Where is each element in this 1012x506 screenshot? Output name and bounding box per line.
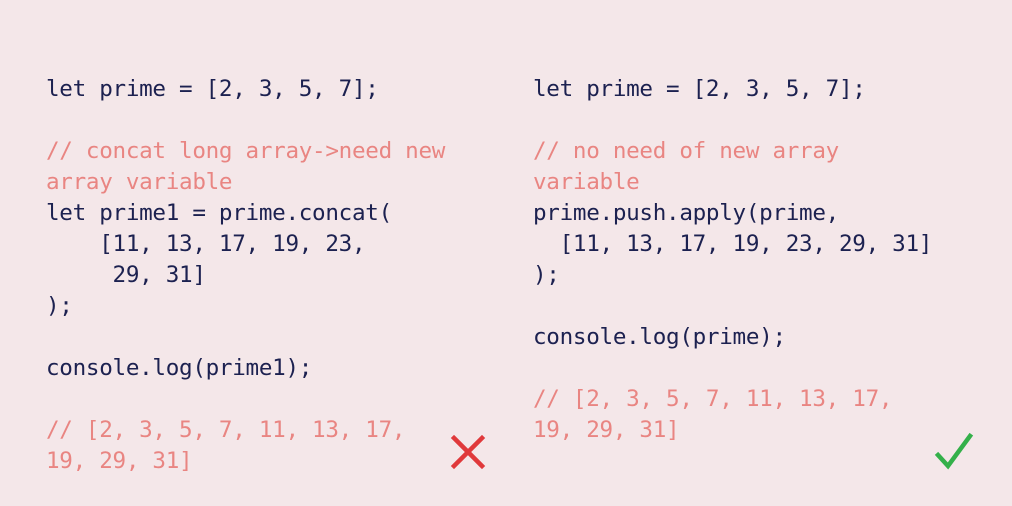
code-line: prime.push.apply(prime,: [533, 200, 839, 226]
code-line: let prime1 = prime.concat(: [46, 200, 392, 226]
code-line: );: [533, 262, 560, 288]
code-line: 29, 31]: [46, 262, 206, 288]
comment-line: 19, 29, 31]: [533, 417, 680, 443]
cross-icon: [450, 434, 486, 470]
comment-line: array variable: [46, 169, 233, 195]
code-line: console.log(prime);: [533, 324, 786, 350]
left-code-block: let prime = [2, 3, 5, 7]; // concat long…: [46, 74, 496, 477]
comment-line: // [2, 3, 5, 7, 11, 13, 17,: [533, 386, 893, 412]
code-line: let prime = [2, 3, 5, 7];: [46, 76, 379, 102]
comment-line: 19, 29, 31]: [46, 448, 193, 474]
code-line: [11, 13, 17, 19, 23,: [46, 231, 366, 257]
comment-line: // no need of new array: [533, 138, 839, 164]
right-code-block: let prime = [2, 3, 5, 7]; // no need of …: [533, 74, 983, 446]
comment-line: // concat long array->need new: [46, 138, 446, 164]
code-line: );: [46, 293, 73, 319]
comment-line: // [2, 3, 5, 7, 11, 13, 17,: [46, 417, 406, 443]
code-line: console.log(prime1);: [46, 355, 313, 381]
code-line: [11, 13, 17, 19, 23, 29, 31]: [533, 231, 933, 257]
comment-line: variable: [533, 169, 640, 195]
checkmark-icon: [934, 432, 974, 470]
code-line: let prime = [2, 3, 5, 7];: [533, 76, 866, 102]
